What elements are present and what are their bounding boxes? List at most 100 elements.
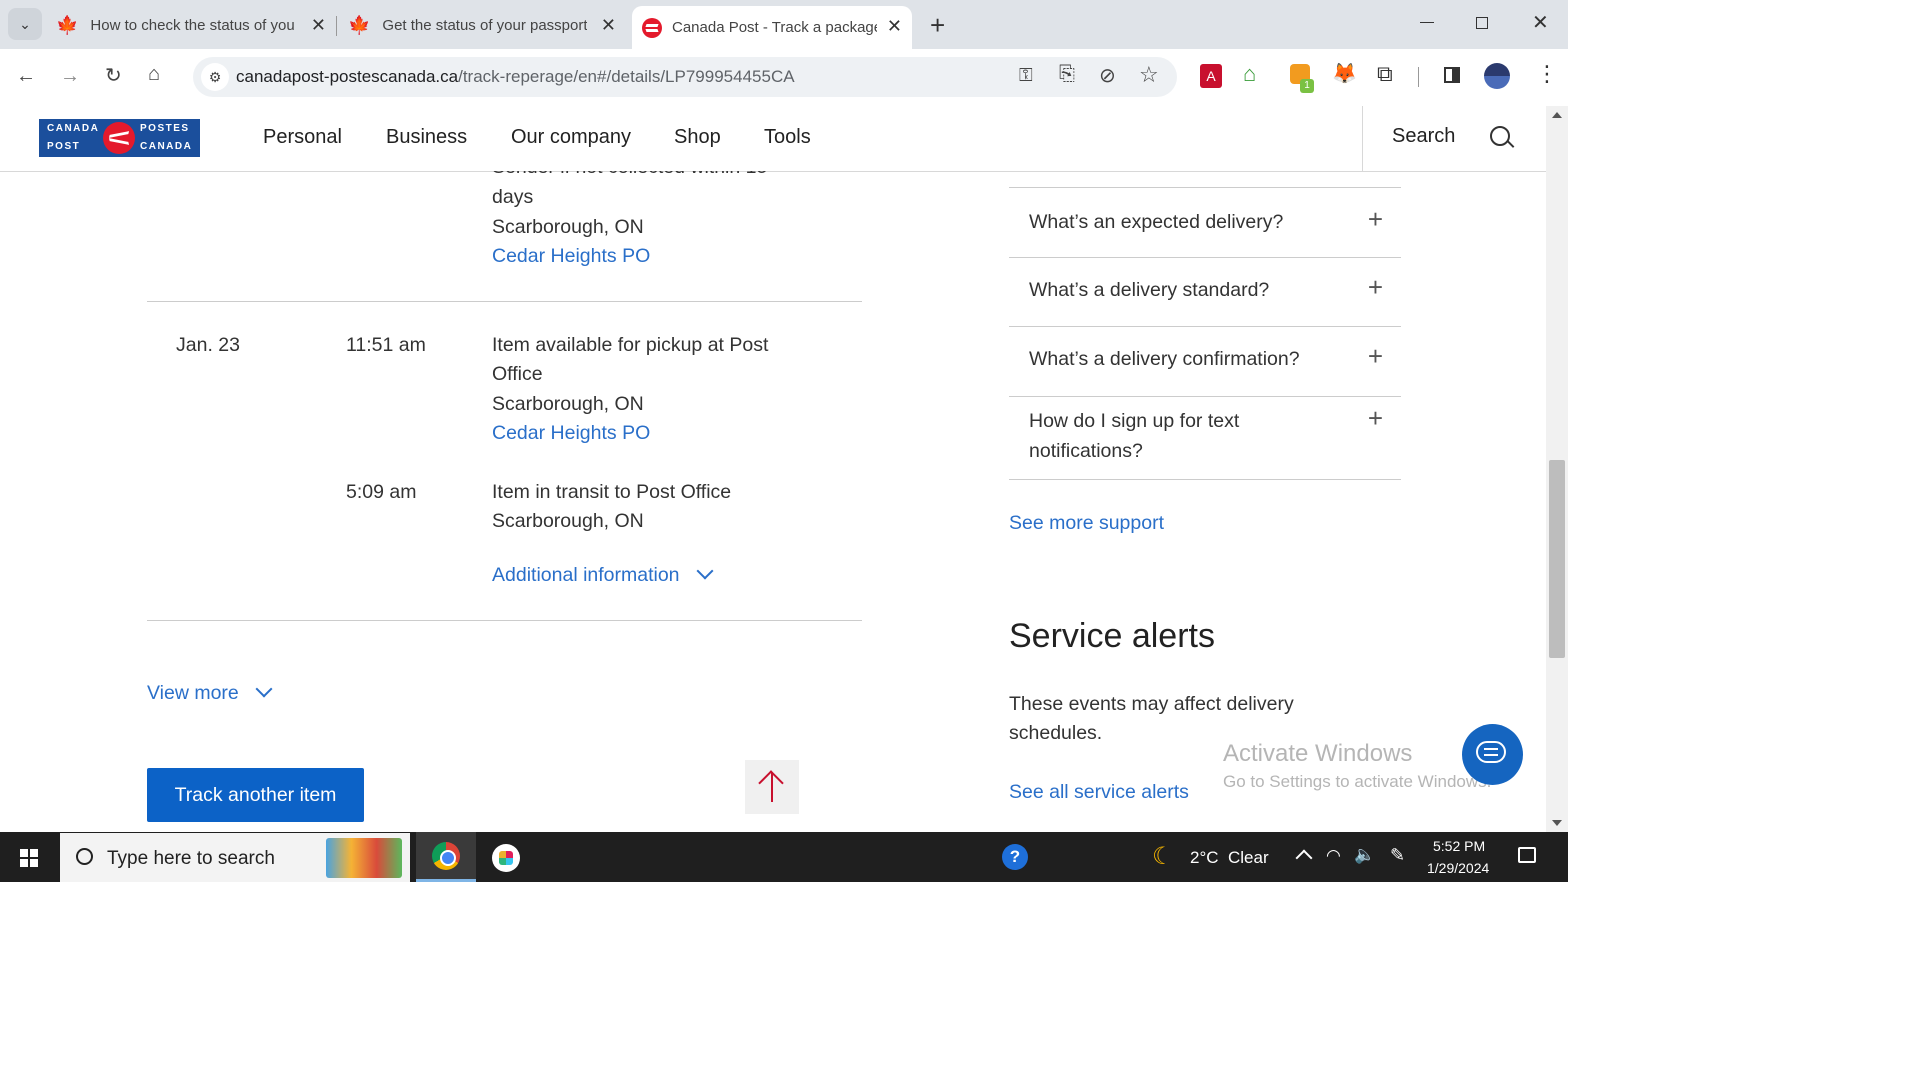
slack-taskbar-icon[interactable]	[492, 844, 520, 872]
side-panel-icon[interactable]	[1444, 67, 1460, 83]
network-icon[interactable]: ◠	[1326, 846, 1341, 866]
event-date: Jan. 23	[176, 334, 240, 356]
show-hidden-icons-chevron-icon[interactable]	[1295, 849, 1313, 867]
view-more-toggle[interactable]: View more	[147, 679, 273, 709]
tab-passport-status[interactable]: 🍁 Get the status of your passport ✕	[348, 8, 616, 43]
close-tab-icon[interactable]: ✕	[311, 15, 326, 36]
search-highlight-image-icon	[326, 838, 402, 878]
back-to-top-button[interactable]	[745, 760, 799, 814]
event-office-link[interactable]: Cedar Heights PO	[492, 419, 650, 449]
nav-personal[interactable]: Personal	[263, 126, 342, 149]
faq-question: What’s a delivery confirmation?	[1029, 348, 1300, 370]
clock-date[interactable]: 1/29/2024	[1427, 860, 1489, 876]
minimize-icon[interactable]	[1420, 22, 1434, 23]
browser-toolbar: ← → ↻ ⌂ ⚙ canadapost-postescanada.ca/tra…	[0, 49, 1568, 107]
event-time: 5:09 am	[346, 481, 417, 503]
plus-icon: +	[1367, 272, 1383, 302]
home-extension-icon[interactable]: ⌂	[1243, 61, 1256, 87]
address-bar[interactable]: ⚙ canadapost-postescanada.ca/track-reper…	[193, 57, 1177, 97]
track-another-item-label: Track another item	[174, 784, 337, 806]
faq-question-cont: notifications?	[1029, 440, 1143, 462]
install-app-icon[interactable]: ⎘	[1059, 63, 1075, 86]
close-window-icon[interactable]: ✕	[1532, 10, 1549, 35]
chrome-taskbar-icon[interactable]	[416, 832, 476, 882]
faq-item[interactable]: What’s an expected delivery? +	[1009, 187, 1401, 258]
search-icon[interactable]	[1490, 126, 1515, 148]
service-alerts-heading: Service alerts	[1009, 617, 1215, 655]
chevron-down-icon	[696, 562, 714, 580]
reload-icon[interactable]: ↻	[105, 63, 122, 88]
additional-information-toggle[interactable]: Additional information	[492, 561, 714, 591]
logo-emblem-icon	[103, 122, 135, 154]
tab-label: Canada Post - Track a package b	[672, 19, 877, 36]
faq-item[interactable]: How do I sign up for text notifications?…	[1009, 397, 1401, 480]
search-label[interactable]: Search	[1392, 125, 1455, 148]
event-location: Scarborough, ON	[492, 510, 644, 532]
clock-time[interactable]: 5:52 PM	[1433, 838, 1485, 854]
new-tab-button[interactable]: +	[930, 10, 945, 41]
restore-icon[interactable]	[1476, 17, 1488, 29]
partial-event-days: days	[492, 186, 534, 208]
close-tab-icon[interactable]: ✕	[887, 16, 902, 37]
activate-windows-subtext: Go to Settings to activate Windows.	[1223, 772, 1492, 791]
windows-start-icon[interactable]	[20, 849, 38, 867]
faq-question: What’s an expected delivery?	[1029, 211, 1284, 233]
nav-tools[interactable]: Tools	[764, 126, 811, 149]
maple-leaf-icon: 🍁	[56, 15, 79, 35]
partial-event-office-link[interactable]: Cedar Heights PO	[492, 242, 650, 272]
maple-leaf-icon: 🍁	[348, 15, 371, 35]
tab-how-to-check[interactable]: 🍁 How to check the status of your ✕	[56, 8, 326, 43]
pdf-extension-icon[interactable]: A	[1200, 64, 1222, 88]
tab-divider	[336, 16, 337, 36]
nav-our-company[interactable]: Our company	[511, 126, 631, 149]
page-scrollbar[interactable]	[1546, 106, 1568, 832]
tab-canada-post-track[interactable]: Canada Post - Track a package b ✕	[632, 6, 912, 49]
nav-business[interactable]: Business	[386, 126, 467, 149]
nav-shop[interactable]: Shop	[674, 126, 721, 149]
additional-information-label: Additional information	[492, 564, 680, 586]
faq-question: How do I sign up for text	[1029, 410, 1240, 432]
extension-badge: 1	[1300, 79, 1314, 93]
home-icon[interactable]: ⌂	[148, 63, 160, 86]
tracking-content: Sender if not collected within 15 days S…	[0, 171, 1546, 832]
see-more-support-link[interactable]: See more support	[1009, 509, 1164, 539]
weather-text[interactable]: 2°C Clear	[1190, 848, 1269, 868]
notifications-icon[interactable]	[1518, 847, 1536, 863]
bookmark-star-icon[interactable]: ☆	[1139, 62, 1159, 88]
site-settings-icon[interactable]: ⚙	[201, 63, 229, 91]
event-location: Scarborough, ON	[492, 393, 644, 415]
faq-item[interactable]: What’s a delivery confirmation? +	[1009, 327, 1401, 397]
pen-icon[interactable]: ✎	[1390, 845, 1405, 866]
forward-icon[interactable]: →	[60, 65, 80, 88]
track-another-item-button[interactable]: Track another item	[147, 768, 364, 822]
logo-text-canada-fr: CANADA	[140, 141, 193, 152]
url-text[interactable]: canadapost-postescanada.ca/track-reperag…	[236, 67, 795, 87]
chat-button[interactable]	[1462, 724, 1523, 785]
volume-icon[interactable]: 🔈	[1354, 845, 1375, 865]
key-icon[interactable]: ⚿	[1019, 65, 1033, 86]
scroll-up-arrow-icon[interactable]	[1552, 112, 1562, 118]
event-description: Item available for pickup at Post	[492, 334, 769, 356]
faq-item[interactable]: What’s a delivery standard? +	[1009, 257, 1401, 327]
extensions-puzzle-icon[interactable]: ⧉	[1377, 61, 1393, 87]
partial-event-text: Sender if not collected within 15	[492, 171, 767, 183]
help-taskbar-icon[interactable]: ?	[1002, 844, 1028, 870]
profile-avatar[interactable]	[1484, 63, 1510, 89]
metamask-fox-icon[interactable]: 🦊	[1332, 61, 1357, 86]
logo-text-postes: POSTES	[140, 123, 190, 134]
see-all-service-alerts-link[interactable]: See all service alerts	[1009, 778, 1189, 808]
tracking-protection-icon[interactable]: ⊘	[1099, 63, 1116, 88]
back-icon[interactable]: ←	[16, 65, 36, 88]
plus-icon: +	[1367, 403, 1383, 433]
taskbar-search-box[interactable]: Type here to search	[60, 833, 410, 882]
close-tab-icon[interactable]: ✕	[601, 15, 616, 36]
scroll-down-arrow-icon[interactable]	[1552, 820, 1562, 826]
event-time: 11:51 am	[346, 334, 426, 356]
tab-search-button[interactable]: ⌄	[8, 8, 42, 40]
search-icon	[76, 848, 93, 865]
canada-post-logo[interactable]: CANADA POST POSTES CANADA	[39, 119, 200, 157]
scrollbar-thumb[interactable]	[1549, 460, 1565, 658]
toolbar-divider	[1418, 67, 1419, 87]
logo-text-post: POST	[47, 141, 81, 152]
browser-menu-icon[interactable]: ⋮	[1536, 61, 1558, 87]
